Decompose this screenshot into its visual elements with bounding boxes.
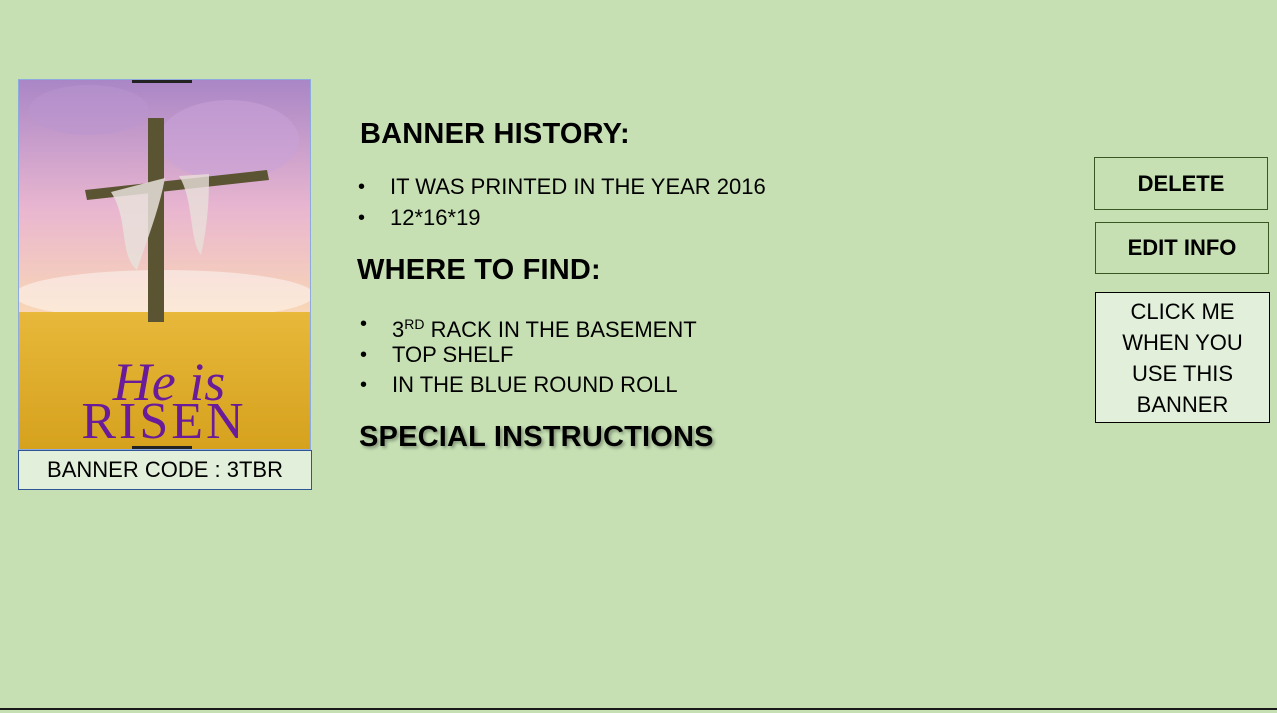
use-banner-button[interactable]: CLICK ME WHEN YOU USE THIS BANNER — [1095, 292, 1270, 423]
list-item: • TOP SHELF — [360, 340, 697, 371]
banner-main-text: RISEN — [81, 393, 246, 449]
location-item-text: IN THE BLUE ROUND ROLL — [392, 372, 678, 397]
use-banner-line: WHEN YOU — [1122, 329, 1243, 355]
banner-code-label: BANNER CODE : 3TBR — [18, 450, 312, 490]
use-banner-line: CLICK ME — [1130, 298, 1235, 324]
bullet-icon: • — [360, 313, 368, 335]
list-item: • IN THE BLUE ROUND ROLL — [360, 370, 697, 401]
location-item-text: TOP SHELF — [392, 341, 514, 367]
use-banner-line: USE THIS — [1131, 360, 1234, 386]
delete-button-label: DELETE — [1137, 170, 1225, 196]
bullet-icon: • — [360, 374, 368, 396]
delete-button[interactable]: DELETE — [1094, 157, 1268, 210]
ordinal-suffix: RD — [404, 316, 425, 332]
location-rack-text: RACK IN THE BASEMENT — [424, 317, 697, 342]
special-instructions-heading: SPECIAL INSTRUCTIONS — [359, 421, 714, 453]
bullet-icon: • — [358, 176, 366, 198]
banner-history-heading: BANNER HISTORY: — [360, 118, 630, 150]
bottom-divider — [0, 708, 1277, 710]
bullet-icon: • — [360, 343, 368, 366]
use-banner-line: BANNER — [1136, 391, 1229, 417]
location-rack-number: 3 — [392, 317, 405, 342]
list-item: • 12*16*19 — [358, 203, 766, 234]
location-list: • 3RD RACK IN THE BASEMENT • TOP SHELF • IN… — [360, 309, 697, 401]
edit-info-button-label: EDIT INFO — [1127, 235, 1237, 260]
edit-info-button[interactable]: EDIT INFO — [1095, 222, 1269, 274]
history-item-text: 12*16*19 — [390, 204, 481, 230]
he-is-risen-cross-banner-icon: He is RISEN — [19, 80, 310, 449]
use-banner-button-label: CLICK ME WHEN YOU USE THIS BANNER — [1122, 296, 1243, 420]
banner-image: He is RISEN — [18, 79, 311, 450]
bullet-icon: • — [358, 206, 366, 229]
history-list: • IT WAS PRINTED IN THE YEAR 2016 • 12*16*… — [358, 172, 766, 233]
list-item: • 3RD RACK IN THE BASEMENT — [360, 309, 697, 342]
where-to-find-heading: WHERE TO FIND: — [357, 254, 601, 286]
history-item-text: IT WAS PRINTED IN THE YEAR 2016 — [390, 174, 766, 199]
list-item: • IT WAS PRINTED IN THE YEAR 2016 — [358, 172, 766, 203]
banner-code-text: BANNER CODE : 3TBR — [47, 457, 283, 482]
